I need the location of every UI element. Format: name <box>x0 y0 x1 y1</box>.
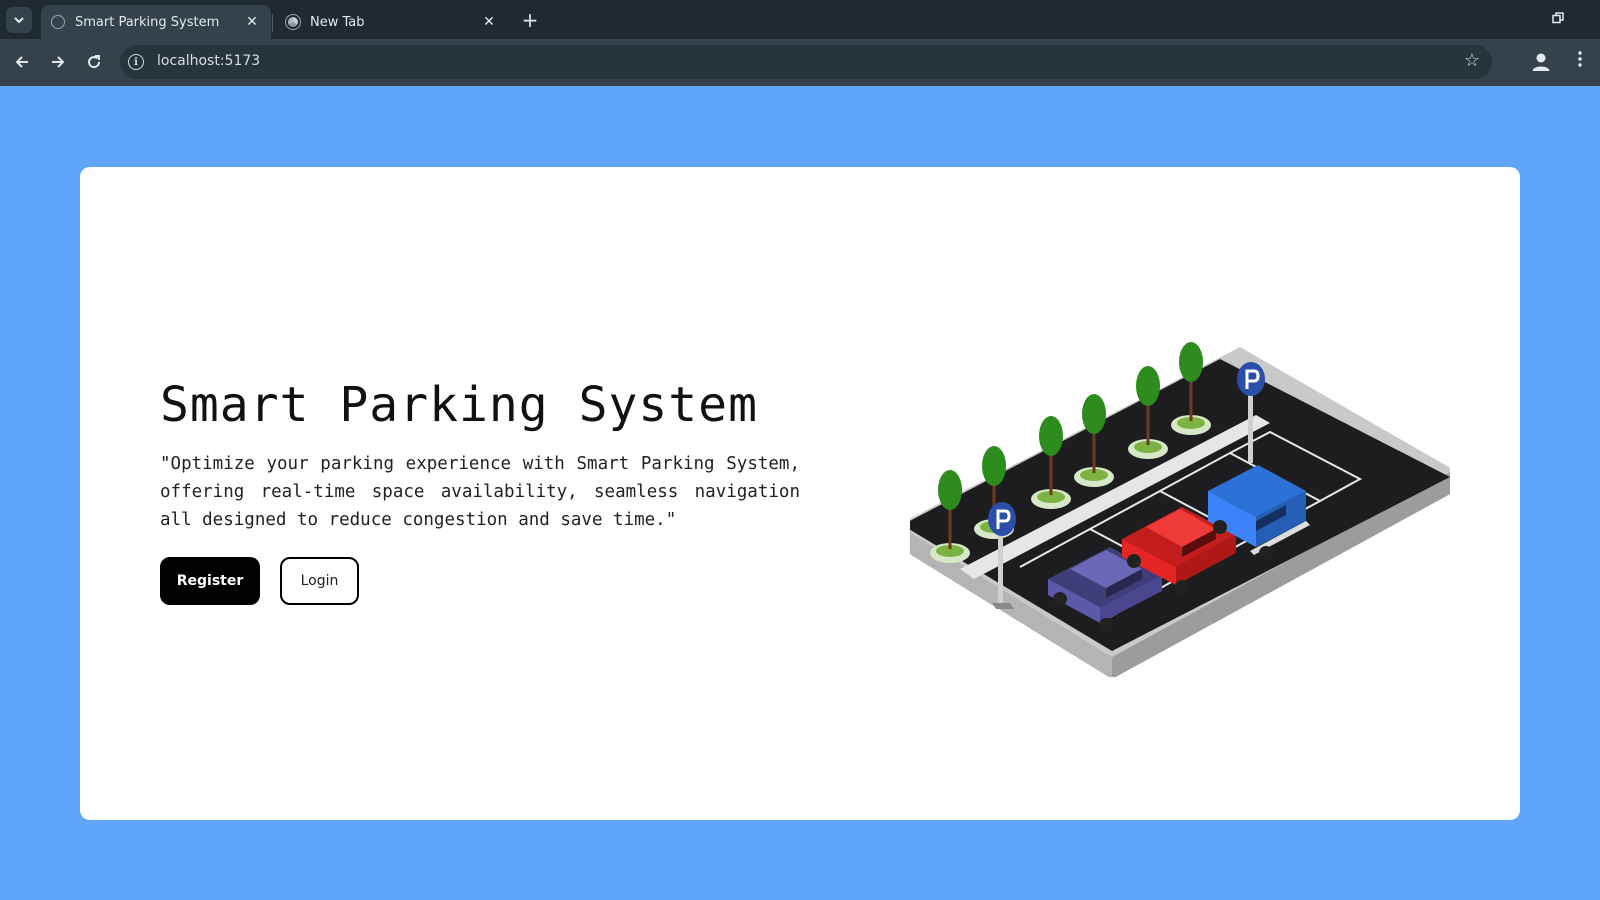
tab-smart-parking-system[interactable]: Smart Parking System ✕ <box>41 5 271 39</box>
tab-new-tab[interactable]: New Tab ✕ <box>276 5 508 39</box>
new-tab-button[interactable]: + <box>518 8 542 32</box>
star-icon[interactable]: ☆ <box>1464 50 1480 71</box>
hero-description: "Optimize your parking experience with S… <box>160 454 800 530</box>
page-title: Smart Parking System <box>160 377 758 433</box>
arrow-left-icon <box>15 56 28 68</box>
address-bar[interactable]: i localhost:5173 ☆ <box>120 45 1492 79</box>
close-icon[interactable]: ✕ <box>243 14 261 30</box>
back-button[interactable] <box>9 49 35 75</box>
info-icon[interactable]: i <box>128 54 144 70</box>
chrome-icon <box>285 14 301 30</box>
chevron-down-icon <box>14 17 24 24</box>
forward-button[interactable] <box>45 49 71 75</box>
browser-menu-button[interactable] <box>1572 49 1588 75</box>
more-vert-icon <box>1578 51 1582 67</box>
browser-tab-bar: Smart Parking System ✕ New Tab ✕ + <box>0 0 1600 39</box>
reload-icon <box>88 55 101 69</box>
profile-button[interactable] <box>1530 51 1552 73</box>
parking-lot-illustration <box>910 342 1450 677</box>
globe-icon <box>51 15 65 29</box>
hero-card: Smart Parking System "Optimize your park… <box>80 167 1520 820</box>
person-icon <box>1532 53 1550 71</box>
close-icon[interactable]: ✕ <box>480 14 498 30</box>
arrow-right-icon <box>52 56 65 68</box>
register-button[interactable]: Register <box>160 557 260 605</box>
tab-divider <box>272 14 273 32</box>
tab-search-button[interactable] <box>6 7 32 33</box>
parking-lot-asphalt <box>910 359 1450 651</box>
url-text[interactable]: localhost:5173 <box>157 53 260 69</box>
restore-icon <box>1552 12 1564 24</box>
reload-button[interactable] <box>81 49 107 75</box>
login-button[interactable]: Login <box>280 557 359 605</box>
plus-icon: + <box>521 8 539 32</box>
browser-toolbar: i localhost:5173 ☆ <box>0 39 1600 86</box>
restore-window-button[interactable] <box>1552 12 1566 26</box>
tab-title: New Tab <box>310 14 365 30</box>
tab-title: Smart Parking System <box>75 14 220 30</box>
